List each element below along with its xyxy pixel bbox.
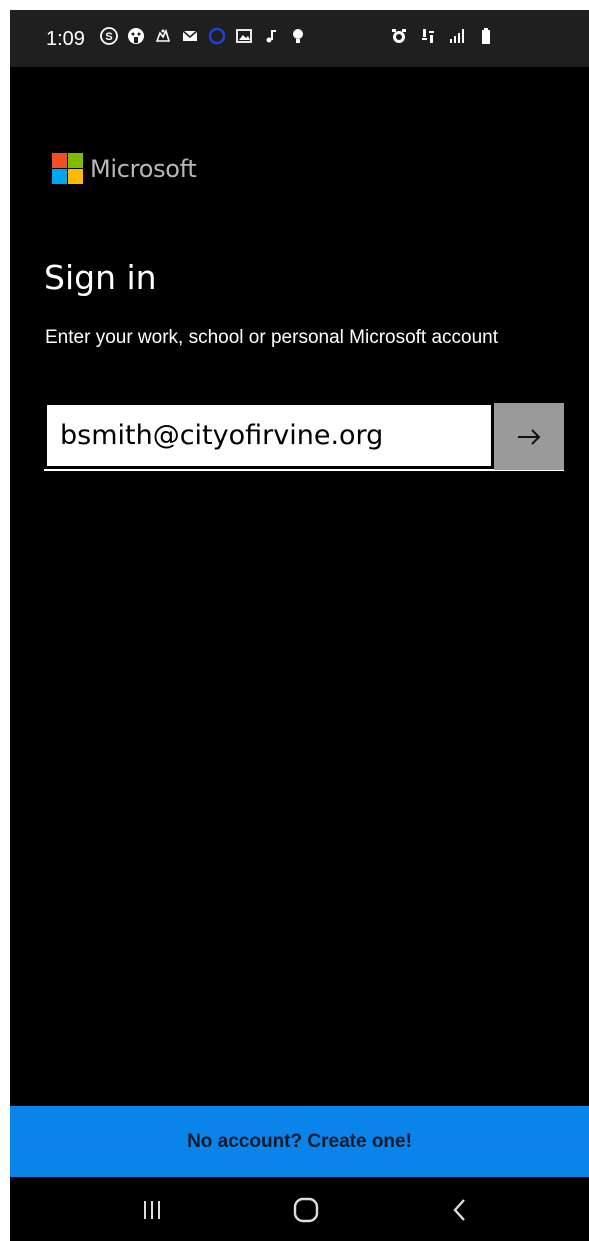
mail-icon [181, 27, 199, 45]
circle-c-icon [208, 27, 226, 45]
system-icons [390, 27, 495, 45]
notification-icons: S [100, 27, 307, 45]
face-icon [127, 27, 145, 45]
bulb-icon [289, 27, 307, 45]
svg-text:S: S [105, 31, 112, 43]
phone-screen: 1:09 S Microsoft Sign in Enter your work… [10, 10, 589, 1241]
page-title: Sign in [44, 258, 157, 297]
recent-apps-button[interactable] [132, 1193, 172, 1227]
back-button[interactable] [440, 1193, 480, 1227]
music-note-icon [262, 27, 280, 45]
status-time: 1:09 [46, 28, 85, 50]
create-account-label: No account? Create one! [187, 1130, 412, 1152]
microsoft-logo-icon [52, 153, 83, 184]
recent-apps-icon [144, 1201, 160, 1219]
home-icon [293, 1197, 319, 1223]
create-account-button[interactable]: No account? Create one! [10, 1106, 589, 1177]
arrow-right-icon [518, 428, 541, 445]
email-field[interactable]: bsmith@cityofirvine.org [44, 402, 494, 469]
skype-icon: S [100, 27, 118, 45]
email-field-underline [44, 469, 564, 471]
email-value: bsmith@cityofirvine.org [60, 420, 384, 451]
brand-name: Microsoft [90, 155, 197, 183]
sign-in-description: Enter your work, school or personal Micr… [45, 327, 499, 348]
back-icon [453, 1199, 465, 1221]
animal-icon [154, 27, 172, 45]
next-button[interactable] [494, 403, 564, 470]
data-icon [419, 27, 437, 45]
image-icon [235, 27, 253, 45]
navigation-bar [10, 1177, 589, 1241]
battery-icon [477, 27, 495, 45]
status-bar: 1:09 S [10, 10, 589, 67]
signal-icon [448, 27, 466, 45]
home-button[interactable] [286, 1193, 326, 1227]
alarm-icon [390, 27, 408, 45]
